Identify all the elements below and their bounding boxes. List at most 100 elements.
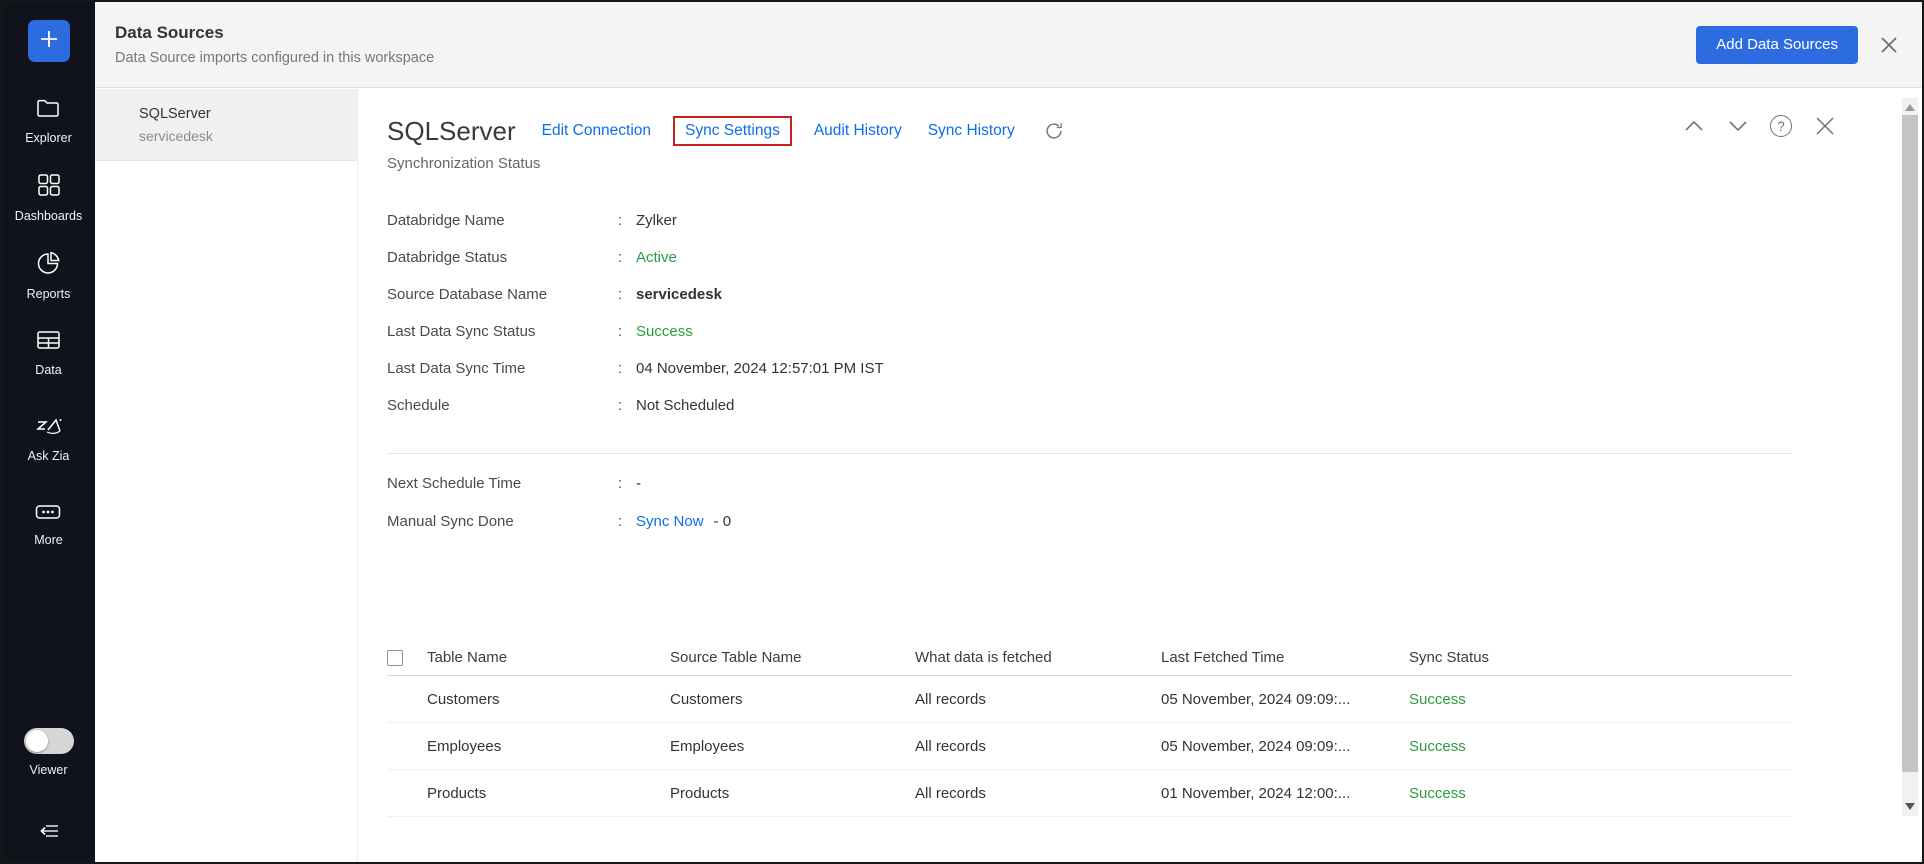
table-row[interactable]: Customers Customers All records 05 Novem… <box>387 676 1792 723</box>
data-source-list: SQLServer servicedesk <box>95 89 358 862</box>
viewer-toggle-label: Viewer <box>30 763 68 777</box>
cell-fetched: All records <box>915 738 1161 755</box>
field-databridge-status: Databridge Status : Active <box>387 239 1792 276</box>
add-data-sources-button[interactable]: Add Data Sources <box>1696 26 1858 64</box>
colon: : <box>618 249 636 266</box>
refresh-icon[interactable] <box>1043 120 1065 142</box>
colon: : <box>618 475 636 492</box>
scroll-up-arrow-icon[interactable] <box>1905 104 1915 111</box>
scroll-down-arrow-icon[interactable] <box>1905 803 1915 810</box>
scrollbar-thumb[interactable] <box>1902 115 1918 772</box>
viewer-mode-toggle[interactable] <box>24 728 74 754</box>
cell-last-fetched: 05 November, 2024 09:09:... <box>1161 738 1409 755</box>
help-icon[interactable]: ? <box>1770 115 1792 137</box>
sidebar-item-dashboards[interactable]: Dashboards <box>15 172 82 223</box>
section-title: Synchronization Status <box>387 155 1792 172</box>
cell-fetched: All records <box>915 691 1161 708</box>
field-label: Databridge Name <box>387 212 618 229</box>
chevron-down-icon[interactable] <box>1726 116 1750 136</box>
schedule-fields: Next Schedule Time : - Manual Sync Done … <box>387 464 1792 540</box>
grid-icon <box>36 172 62 203</box>
tab-audit-history[interactable]: Audit History <box>814 122 902 140</box>
cell-source-table: Customers <box>670 691 915 708</box>
colon: : <box>618 397 636 414</box>
field-value: 04 November, 2024 12:57:01 PM IST <box>636 360 884 377</box>
field-value: - <box>636 475 641 492</box>
vertical-scrollbar[interactable] <box>1902 98 1918 816</box>
create-new-button[interactable] <box>28 20 70 62</box>
source-list-item-sqlserver[interactable]: SQLServer servicedesk <box>95 89 357 161</box>
tab-sync-settings[interactable]: Sync Settings <box>685 122 780 139</box>
field-value: Zylker <box>636 212 677 229</box>
close-icon[interactable] <box>1876 32 1902 58</box>
sidebar-item-label: Data <box>35 363 61 377</box>
collapse-sidebar-icon[interactable] <box>35 819 63 848</box>
zia-icon <box>34 416 64 443</box>
page-title: Data Sources <box>115 23 434 43</box>
field-label: Last Data Sync Status <box>387 323 618 340</box>
sidebar-item-data[interactable]: Data <box>35 328 62 377</box>
cell-source-table: Products <box>670 785 915 802</box>
field-databridge-name: Databridge Name : Zylker <box>387 202 1792 239</box>
sidebar-item-explorer[interactable]: Explorer <box>25 96 72 145</box>
field-label: Schedule <box>387 397 618 414</box>
sidebar-item-more[interactable]: More <box>34 502 62 547</box>
col-what-data-is-fetched: What data is fetched <box>915 649 1161 666</box>
tables-sync-table: Table Name Source Table Name What data i… <box>387 640 1792 817</box>
field-label: Source Database Name <box>387 286 618 303</box>
table-row[interactable]: Products Products All records 01 Novembe… <box>387 770 1792 817</box>
sidebar-item-label: Explorer <box>25 131 72 145</box>
section-divider <box>387 453 1792 454</box>
tab-edit-connection[interactable]: Edit Connection <box>542 122 651 140</box>
field-label: Next Schedule Time <box>387 475 618 492</box>
table-header-row: Table Name Source Table Name What data i… <box>387 640 1792 676</box>
close-detail-icon[interactable] <box>1812 113 1838 139</box>
colon: : <box>618 212 636 229</box>
sidebar-item-ask-zia[interactable]: Ask Zia <box>28 416 70 463</box>
table-row[interactable]: Employees Employees All records 05 Novem… <box>387 723 1792 770</box>
app-window: Explorer Dashboards Reports Data <box>0 0 1924 864</box>
page-header: Data Sources Data Source imports configu… <box>95 2 1922 88</box>
cell-fetched: All records <box>915 785 1161 802</box>
sidebar-nav: Explorer Dashboards Reports Data <box>15 96 82 547</box>
sidebar-bottom: Viewer <box>24 728 74 848</box>
table-icon <box>35 328 62 357</box>
cell-sync-status: Success <box>1409 691 1792 708</box>
field-value: Success <box>636 323 693 340</box>
sidebar: Explorer Dashboards Reports Data <box>2 2 95 862</box>
field-label: Databridge Status <box>387 249 618 266</box>
sync-now-link[interactable]: Sync Now <box>636 513 704 530</box>
detail-panel: SQLServer Edit Connection Sync Settings … <box>358 89 1900 862</box>
detail-header: SQLServer Edit Connection Sync Settings … <box>387 109 1792 153</box>
tab-sync-history[interactable]: Sync History <box>928 122 1015 140</box>
field-last-data-sync-time: Last Data Sync Time : 04 November, 2024 … <box>387 350 1792 387</box>
sync-settings-highlight-box: Sync Settings <box>673 116 792 146</box>
colon: : <box>618 323 636 340</box>
toggle-knob <box>26 730 48 752</box>
cell-sync-status: Success <box>1409 785 1792 802</box>
col-source-table-name: Source Table Name <box>670 649 915 666</box>
source-name: SQLServer <box>139 106 357 122</box>
cell-table-name: Products <box>427 785 670 802</box>
chevron-up-icon[interactable] <box>1682 116 1706 136</box>
source-database: servicedesk <box>139 128 357 144</box>
sidebar-item-reports[interactable]: Reports <box>27 250 71 301</box>
cell-table-name: Customers <box>427 691 670 708</box>
detail-title: SQLServer <box>387 116 516 147</box>
cell-last-fetched: 01 November, 2024 12:00:... <box>1161 785 1409 802</box>
cell-table-name: Employees <box>427 738 670 755</box>
field-last-data-sync-status: Last Data Sync Status : Success <box>387 313 1792 350</box>
field-label: Last Data Sync Time <box>387 360 618 377</box>
field-schedule: Schedule : Not Scheduled <box>387 387 1792 424</box>
select-all-checkbox[interactable] <box>387 650 403 666</box>
detail-actions: ? <box>1682 113 1838 139</box>
sidebar-item-label: Ask Zia <box>28 449 70 463</box>
field-value: Not Scheduled <box>636 397 734 414</box>
folder-icon <box>35 96 62 125</box>
field-value: servicedesk <box>636 286 722 303</box>
field-label: Manual Sync Done <box>387 513 618 530</box>
colon: : <box>618 286 636 303</box>
colon: : <box>618 360 636 377</box>
more-icon <box>34 502 62 527</box>
col-sync-status: Sync Status <box>1409 649 1792 666</box>
